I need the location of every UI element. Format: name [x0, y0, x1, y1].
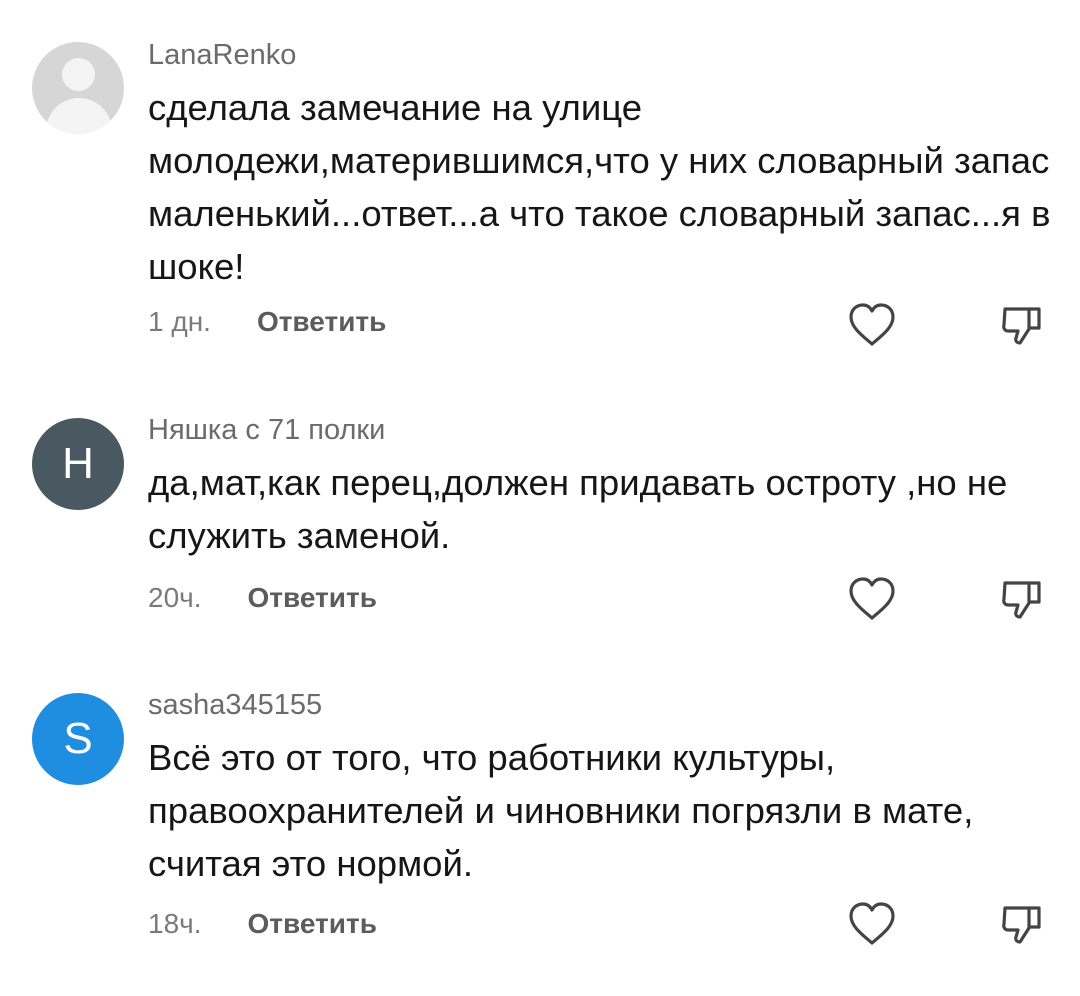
comment-time: 20ч.	[148, 582, 202, 613]
avatar-letter: H	[62, 439, 94, 488]
heart-icon[interactable]	[846, 900, 898, 948]
thumbs-down-icon[interactable]	[1000, 900, 1046, 948]
comment-author[interactable]: sasha345155	[148, 688, 322, 722]
reply-button[interactable]: Ответить	[248, 582, 377, 614]
comment-meta: 18ч. Ответить	[148, 904, 377, 944]
avatar-head-shape	[62, 58, 95, 91]
avatar-default[interactable]	[32, 42, 124, 134]
comment-time: 18ч.	[148, 908, 202, 939]
avatar[interactable]: S	[32, 693, 124, 785]
thumbs-down-icon[interactable]	[1000, 301, 1046, 349]
avatar-shoulders-shape	[46, 98, 112, 134]
comment-text: сделала замечание на улице молодежи,мате…	[148, 87, 1051, 287]
comment-meta: 1 дн. Ответить	[148, 302, 386, 342]
avatar-letter: S	[63, 714, 93, 763]
comment-author[interactable]: Няшка с 71 полки	[148, 413, 385, 447]
comment-time: 1 дн.	[148, 306, 211, 337]
avatar[interactable]: H	[32, 418, 124, 510]
comment-text: Всё это от того, что работники культуры,…	[148, 737, 974, 884]
comment-author[interactable]: LanaRenko	[148, 38, 296, 72]
heart-icon[interactable]	[846, 301, 898, 349]
heart-icon[interactable]	[846, 575, 898, 623]
comment-text: да,мат,как перец,должен придавать острот…	[148, 462, 1008, 556]
reply-button[interactable]: Ответить	[248, 908, 377, 940]
reply-button[interactable]: Ответить	[257, 306, 386, 338]
thumbs-down-icon[interactable]	[1000, 575, 1046, 623]
comment-meta: 20ч. Ответить	[148, 578, 377, 618]
